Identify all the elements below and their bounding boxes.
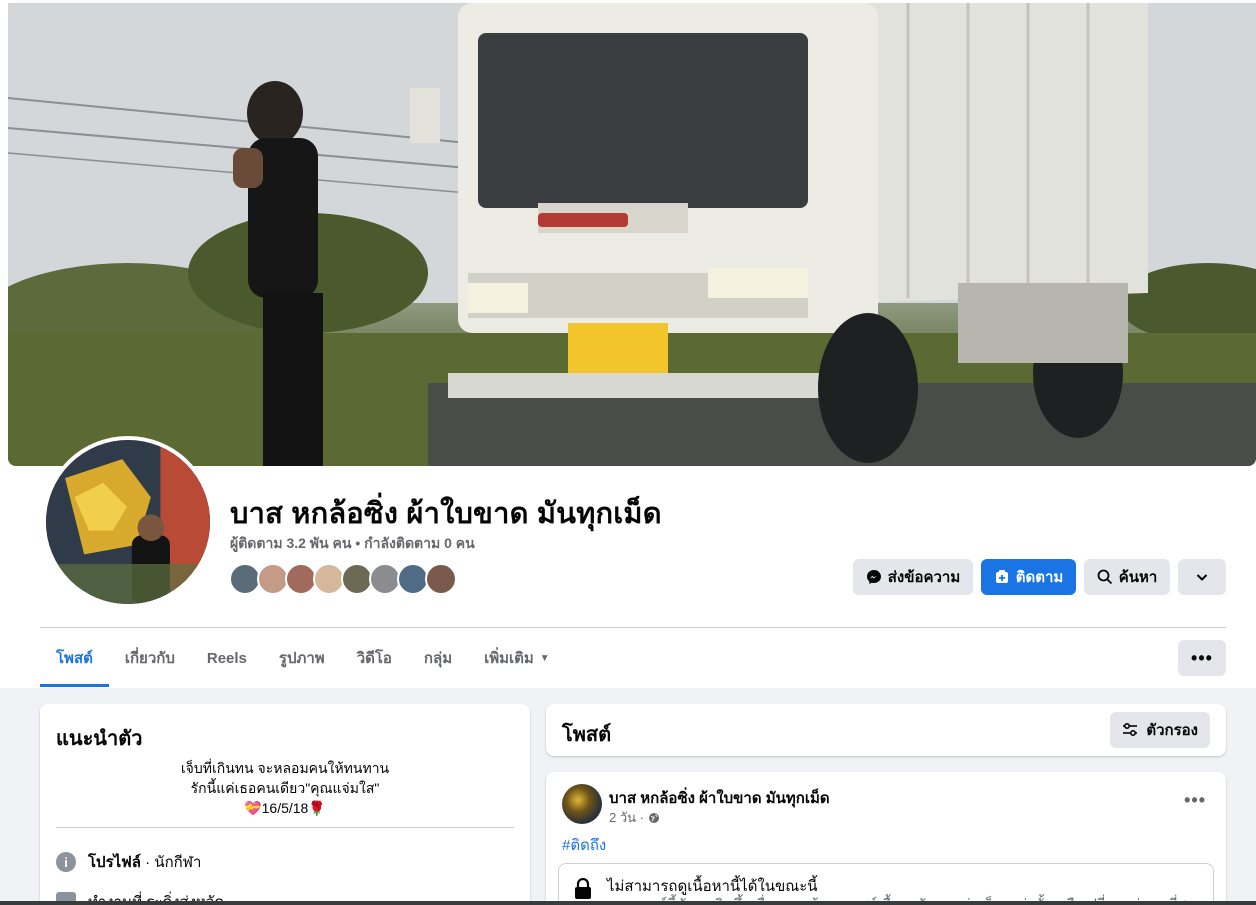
followers-count[interactable]: ผู้ติดตาม 3.2 พัน คน • กำลังติดตาม 0 คน <box>230 533 475 555</box>
intro-divider <box>56 827 514 828</box>
follow-button[interactable]: ติดตาม <box>981 559 1076 595</box>
tab-groups[interactable]: กลุ่ม <box>408 629 468 687</box>
post-meta: 2 วัน · <box>609 807 660 828</box>
profile-category[interactable]: · นักกีฬา <box>141 854 201 871</box>
page-title: บาส หกล้อซิ่ง ผ้าใบขาด มันทุกเม็ด <box>230 498 662 530</box>
tab-overflow-button[interactable]: ••• <box>1178 640 1226 676</box>
more-actions-button[interactable] <box>1178 559 1226 595</box>
post-time[interactable]: 2 วัน · <box>609 807 644 828</box>
search-icon <box>1097 569 1112 585</box>
tab-label: โพสต์ <box>56 650 93 667</box>
globe-icon <box>648 812 659 823</box>
unavailable-content-box: ไม่สามารถดูเนื้อหานี้ได้ในขณะนี้ เหตุการ… <box>558 863 1214 905</box>
post-hashtag[interactable]: #ติดถึง <box>562 833 606 857</box>
window-bottom-edge <box>0 901 1256 905</box>
filter-button-label: ตัวกรอง <box>1146 722 1198 739</box>
tab-reels[interactable]: Reels <box>191 629 263 687</box>
post-author-avatar[interactable] <box>562 784 602 824</box>
tab-label: รูปภาพ <box>278 650 325 667</box>
tab-label: Reels <box>206 649 247 667</box>
search-button-label: ค้นหา <box>1118 569 1158 586</box>
intro-bio: เจ็บที่เกินทน จะหลอมคนให้ทนทาน รักนี้แค่… <box>56 758 514 818</box>
profile-avatar[interactable] <box>42 436 214 608</box>
tab-label: เพิ่มเติม <box>484 650 534 667</box>
profile-actions: ส่งข้อความ ติดตาม ค้นหา <box>853 559 1170 595</box>
tab-label: เกี่ยวกับ <box>124 650 175 667</box>
profile-tabs: โพสต์ เกี่ยวกับ Reels รูปภาพ วิดีโอ กลุ่… <box>40 629 566 687</box>
tab-label: กลุ่ม <box>423 650 453 667</box>
bio-line: 💝16/5/18🌹 <box>244 800 326 816</box>
lock-icon <box>575 878 591 899</box>
message-button[interactable]: ส่งข้อความ <box>853 559 973 595</box>
messenger-icon <box>866 570 881 584</box>
tab-more[interactable]: เพิ่มเติม ▼ <box>468 629 566 687</box>
friend-avatar-stack[interactable] <box>229 563 457 595</box>
message-button-label: ส่งข้อความ <box>887 569 961 586</box>
bio-line: รักนี้แค่เธอคนเดียว"คุณแจ่มใส" <box>190 780 380 796</box>
posts-title: โพสต์ <box>562 724 612 746</box>
search-button[interactable]: ค้นหา <box>1084 559 1170 595</box>
tab-posts[interactable]: โพสต์ <box>40 629 109 687</box>
bio-line: เจ็บที่เกินทน จะหลอมคนให้ทนทาน <box>180 760 390 776</box>
post-card: บาส หกล้อซิ่ง ผ้าใบขาด มันทุกเม็ด 2 วัน … <box>546 772 1226 905</box>
posts-header-card: โพสต์ ตัวกรอง <box>546 704 1226 756</box>
tab-photos[interactable]: รูปภาพ <box>263 629 341 687</box>
profile-avatar-image <box>46 440 210 604</box>
cover-photo-illustration <box>8 3 1256 466</box>
profile-label: โปรไฟล์ <box>88 854 141 871</box>
intro-title: แนะนำตัว <box>56 728 143 750</box>
cover-photo[interactable] <box>8 3 1256 466</box>
intro-card: แนะนำตัว เจ็บที่เกินทน จะหลอมคนให้ทนทาน … <box>40 704 530 905</box>
filter-button[interactable]: ตัวกรอง <box>1110 712 1210 748</box>
tab-about[interactable]: เกี่ยวกับ <box>109 629 191 687</box>
tab-videos[interactable]: วิดีโอ <box>341 629 408 687</box>
post-more-button[interactable]: ••• <box>1184 790 1206 811</box>
follow-button-label: ติดตาม <box>1015 569 1064 586</box>
chevron-down-icon <box>1196 574 1208 581</box>
header-divider <box>40 627 1226 628</box>
tab-label: วิดีโอ <box>356 650 392 667</box>
info-icon: i <box>56 852 76 872</box>
intro-profile-row: i โปรไฟล์ · นักกีฬา <box>56 850 201 874</box>
caret-down-icon: ▼ <box>539 652 550 664</box>
friend-avatar[interactable] <box>425 563 457 595</box>
filter-icon <box>1123 722 1138 737</box>
follow-icon <box>995 570 1008 583</box>
